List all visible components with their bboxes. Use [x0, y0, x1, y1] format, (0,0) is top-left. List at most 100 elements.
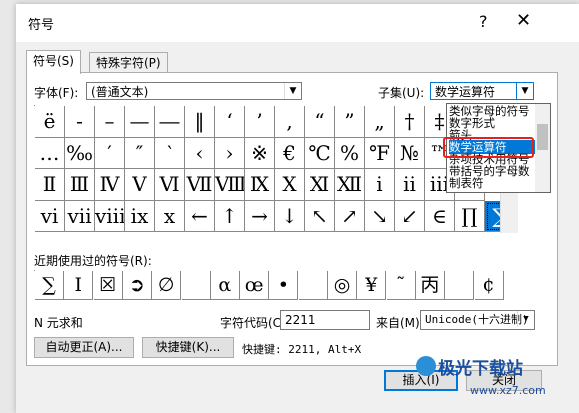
recent-symbol-cell[interactable]: ☒: [93, 271, 123, 300]
font-label: 字体(F):: [34, 86, 79, 100]
subset-option[interactable]: 制表符: [449, 176, 535, 190]
symbol-cell[interactable]: →: [245, 200, 275, 232]
symbol-cell[interactable]: ,: [275, 106, 305, 138]
symbol-cell[interactable]: Ⅴ: [125, 169, 155, 201]
scroll-thumb[interactable]: [537, 124, 548, 150]
recent-symbol-cell[interactable]: 丙: [415, 271, 445, 300]
recent-symbol-cell[interactable]: œ: [240, 271, 270, 300]
symbol-cell[interactable]: Ⅵ: [155, 169, 185, 201]
symbol-cell[interactable]: ⅱ: [395, 169, 425, 201]
recent-symbol-cell[interactable]: Ⅰ: [64, 271, 94, 300]
symbol-cell[interactable]: ‹: [185, 137, 215, 169]
tab-symbols[interactable]: 符号(S): [26, 50, 81, 74]
recent-symbol-cell[interactable]: ∑: [35, 271, 64, 300]
symbol-cell[interactable]: ↗: [335, 200, 365, 232]
symbol-cell[interactable]: ↓: [275, 200, 305, 232]
recent-symbol-cell[interactable]: ˜: [386, 271, 416, 300]
symbol-cell[interactable]: ë: [35, 106, 65, 138]
subset-select[interactable]: 数学运算符 ▼: [430, 82, 534, 100]
recent-symbol-cell[interactable]: α: [210, 271, 240, 300]
symbol-cell[interactable]: ↙: [395, 200, 425, 232]
recent-symbol-cell[interactable]: ¢: [474, 271, 504, 300]
symbol-cell[interactable]: ‖: [185, 106, 215, 138]
recent-symbols: ∑ Ⅰ ☒ ➲ ∅ α œ • ◎ ¥ ˜ 丙 ¢: [34, 270, 504, 300]
subset-value: 数学运算符: [435, 85, 496, 99]
symbol-cell[interactable]: ℃: [305, 137, 335, 169]
from-select[interactable]: Unicode(十六进制) ▼: [420, 310, 535, 330]
symbol-cell[interactable]: ‰: [65, 137, 95, 169]
title-bar: 符号 ? ✕: [16, 4, 579, 42]
symbol-cell[interactable]: №: [395, 137, 425, 169]
symbol-cell[interactable]: Ⅸ: [245, 169, 275, 201]
symbol-cell[interactable]: ⅰ: [365, 169, 395, 201]
symbol-cell[interactable]: ‘: [215, 106, 245, 138]
watermark-logo-icon: [416, 356, 436, 376]
symbol-cell[interactable]: Ⅳ: [95, 169, 125, 201]
watermark-subtitle: www.xz7.com: [470, 384, 546, 397]
help-icon[interactable]: ?: [479, 12, 488, 31]
symbol-cell[interactable]: ―: [155, 106, 185, 138]
symbol-cell[interactable]: Ⅹ: [275, 169, 305, 201]
symbol-grid: ë-–—―‖‘’,“”„†‡•…‰′″‵‹›※€℃%℉№™ΩⅡⅢⅣⅤⅥⅦⅧⅨⅩⅪ…: [34, 105, 515, 232]
recent-label: 近期使用过的符号(R):: [34, 254, 152, 268]
symbol-cell[interactable]: ⅸ: [125, 200, 155, 232]
symbol-cell[interactable]: “: [305, 106, 335, 138]
font-value: (普通文本): [91, 85, 149, 99]
recent-symbol-cell[interactable]: [445, 271, 475, 300]
symbol-cell[interactable]: ⅵ: [35, 200, 65, 232]
symbol-cell[interactable]: „: [365, 106, 395, 138]
symbol-cell[interactable]: …: [35, 137, 65, 169]
symbol-cell[interactable]: ∏: [455, 200, 485, 232]
symbol-cell[interactable]: Ⅲ: [65, 169, 95, 201]
shortcut-info: 快捷键: 2211, Alt+X: [242, 343, 362, 356]
symbol-cell[interactable]: ‵: [155, 137, 185, 169]
symbol-cell[interactable]: %: [335, 137, 365, 169]
tab-special-characters[interactable]: 特殊字符(P): [89, 52, 168, 73]
symbol-cell[interactable]: Ⅷ: [215, 169, 245, 201]
symbol-cell[interactable]: —: [125, 106, 155, 138]
symbol-cell[interactable]: -: [65, 106, 95, 138]
symbol-cell[interactable]: Ⅺ: [305, 169, 335, 201]
recent-symbol-cell[interactable]: [181, 271, 211, 300]
character-name: N 元求和: [34, 316, 83, 330]
recent-symbol-cell[interactable]: ∅: [152, 271, 182, 300]
symbol-cell[interactable]: ℉: [365, 137, 395, 169]
dialog-title: 符号: [28, 18, 55, 33]
symbol-cell[interactable]: Ⅱ: [35, 169, 65, 201]
recent-symbol-cell[interactable]: [298, 271, 328, 300]
autocorrect-button[interactable]: 自动更正(A)...: [34, 337, 134, 358]
symbol-cell[interactable]: ›: [215, 137, 245, 169]
char-code-input[interactable]: 2211: [280, 310, 370, 330]
symbol-cell[interactable]: €: [275, 137, 305, 169]
font-select[interactable]: (普通文本) ▼: [86, 82, 302, 100]
recent-symbol-cell[interactable]: ➲: [122, 271, 152, 300]
symbol-cell[interactable]: Ⅻ: [335, 169, 365, 201]
subset-label: 子集(U):: [378, 86, 425, 100]
symbol-cell[interactable]: –: [95, 106, 125, 138]
close-icon[interactable]: ✕: [516, 10, 531, 31]
symbol-cell[interactable]: ”: [335, 106, 365, 138]
watermark-title: 极光下载站: [438, 359, 523, 379]
symbol-cell[interactable]: ↑: [215, 200, 245, 232]
symbol-cell[interactable]: ⅶ: [65, 200, 95, 232]
symbol-cell[interactable]: ⅷ: [95, 200, 125, 232]
recent-symbol-cell[interactable]: ◎: [328, 271, 357, 300]
symbol-cell[interactable]: Ⅶ: [185, 169, 215, 201]
symbol-cell[interactable]: ′: [95, 137, 125, 169]
chevron-down-icon: ▼: [284, 83, 301, 99]
symbol-cell[interactable]: ⅹ: [155, 200, 185, 232]
symbol-cell[interactable]: ←: [185, 200, 215, 232]
symbol-cell[interactable]: ↖: [305, 200, 335, 232]
symbol-cell[interactable]: ※: [245, 137, 275, 169]
chevron-down-icon: ▼: [516, 83, 533, 99]
recent-symbol-cell[interactable]: ¥: [357, 271, 387, 300]
symbol-cell[interactable]: ∈: [425, 200, 455, 232]
dropdown-scrollbar[interactable]: [535, 104, 550, 192]
symbol-cell[interactable]: ″: [125, 137, 155, 169]
shortcut-key-button[interactable]: 快捷键(K)...: [142, 337, 234, 358]
symbol-cell[interactable]: ’: [245, 106, 275, 138]
recent-symbol-cell[interactable]: •: [269, 271, 299, 300]
symbol-dialog: 符号 ? ✕ 符号(S) 特殊字符(P) 字体(F): (普通文本) ▼ 子集(…: [16, 4, 579, 413]
symbol-cell[interactable]: ↘: [365, 200, 395, 232]
symbol-cell[interactable]: †: [395, 106, 425, 138]
